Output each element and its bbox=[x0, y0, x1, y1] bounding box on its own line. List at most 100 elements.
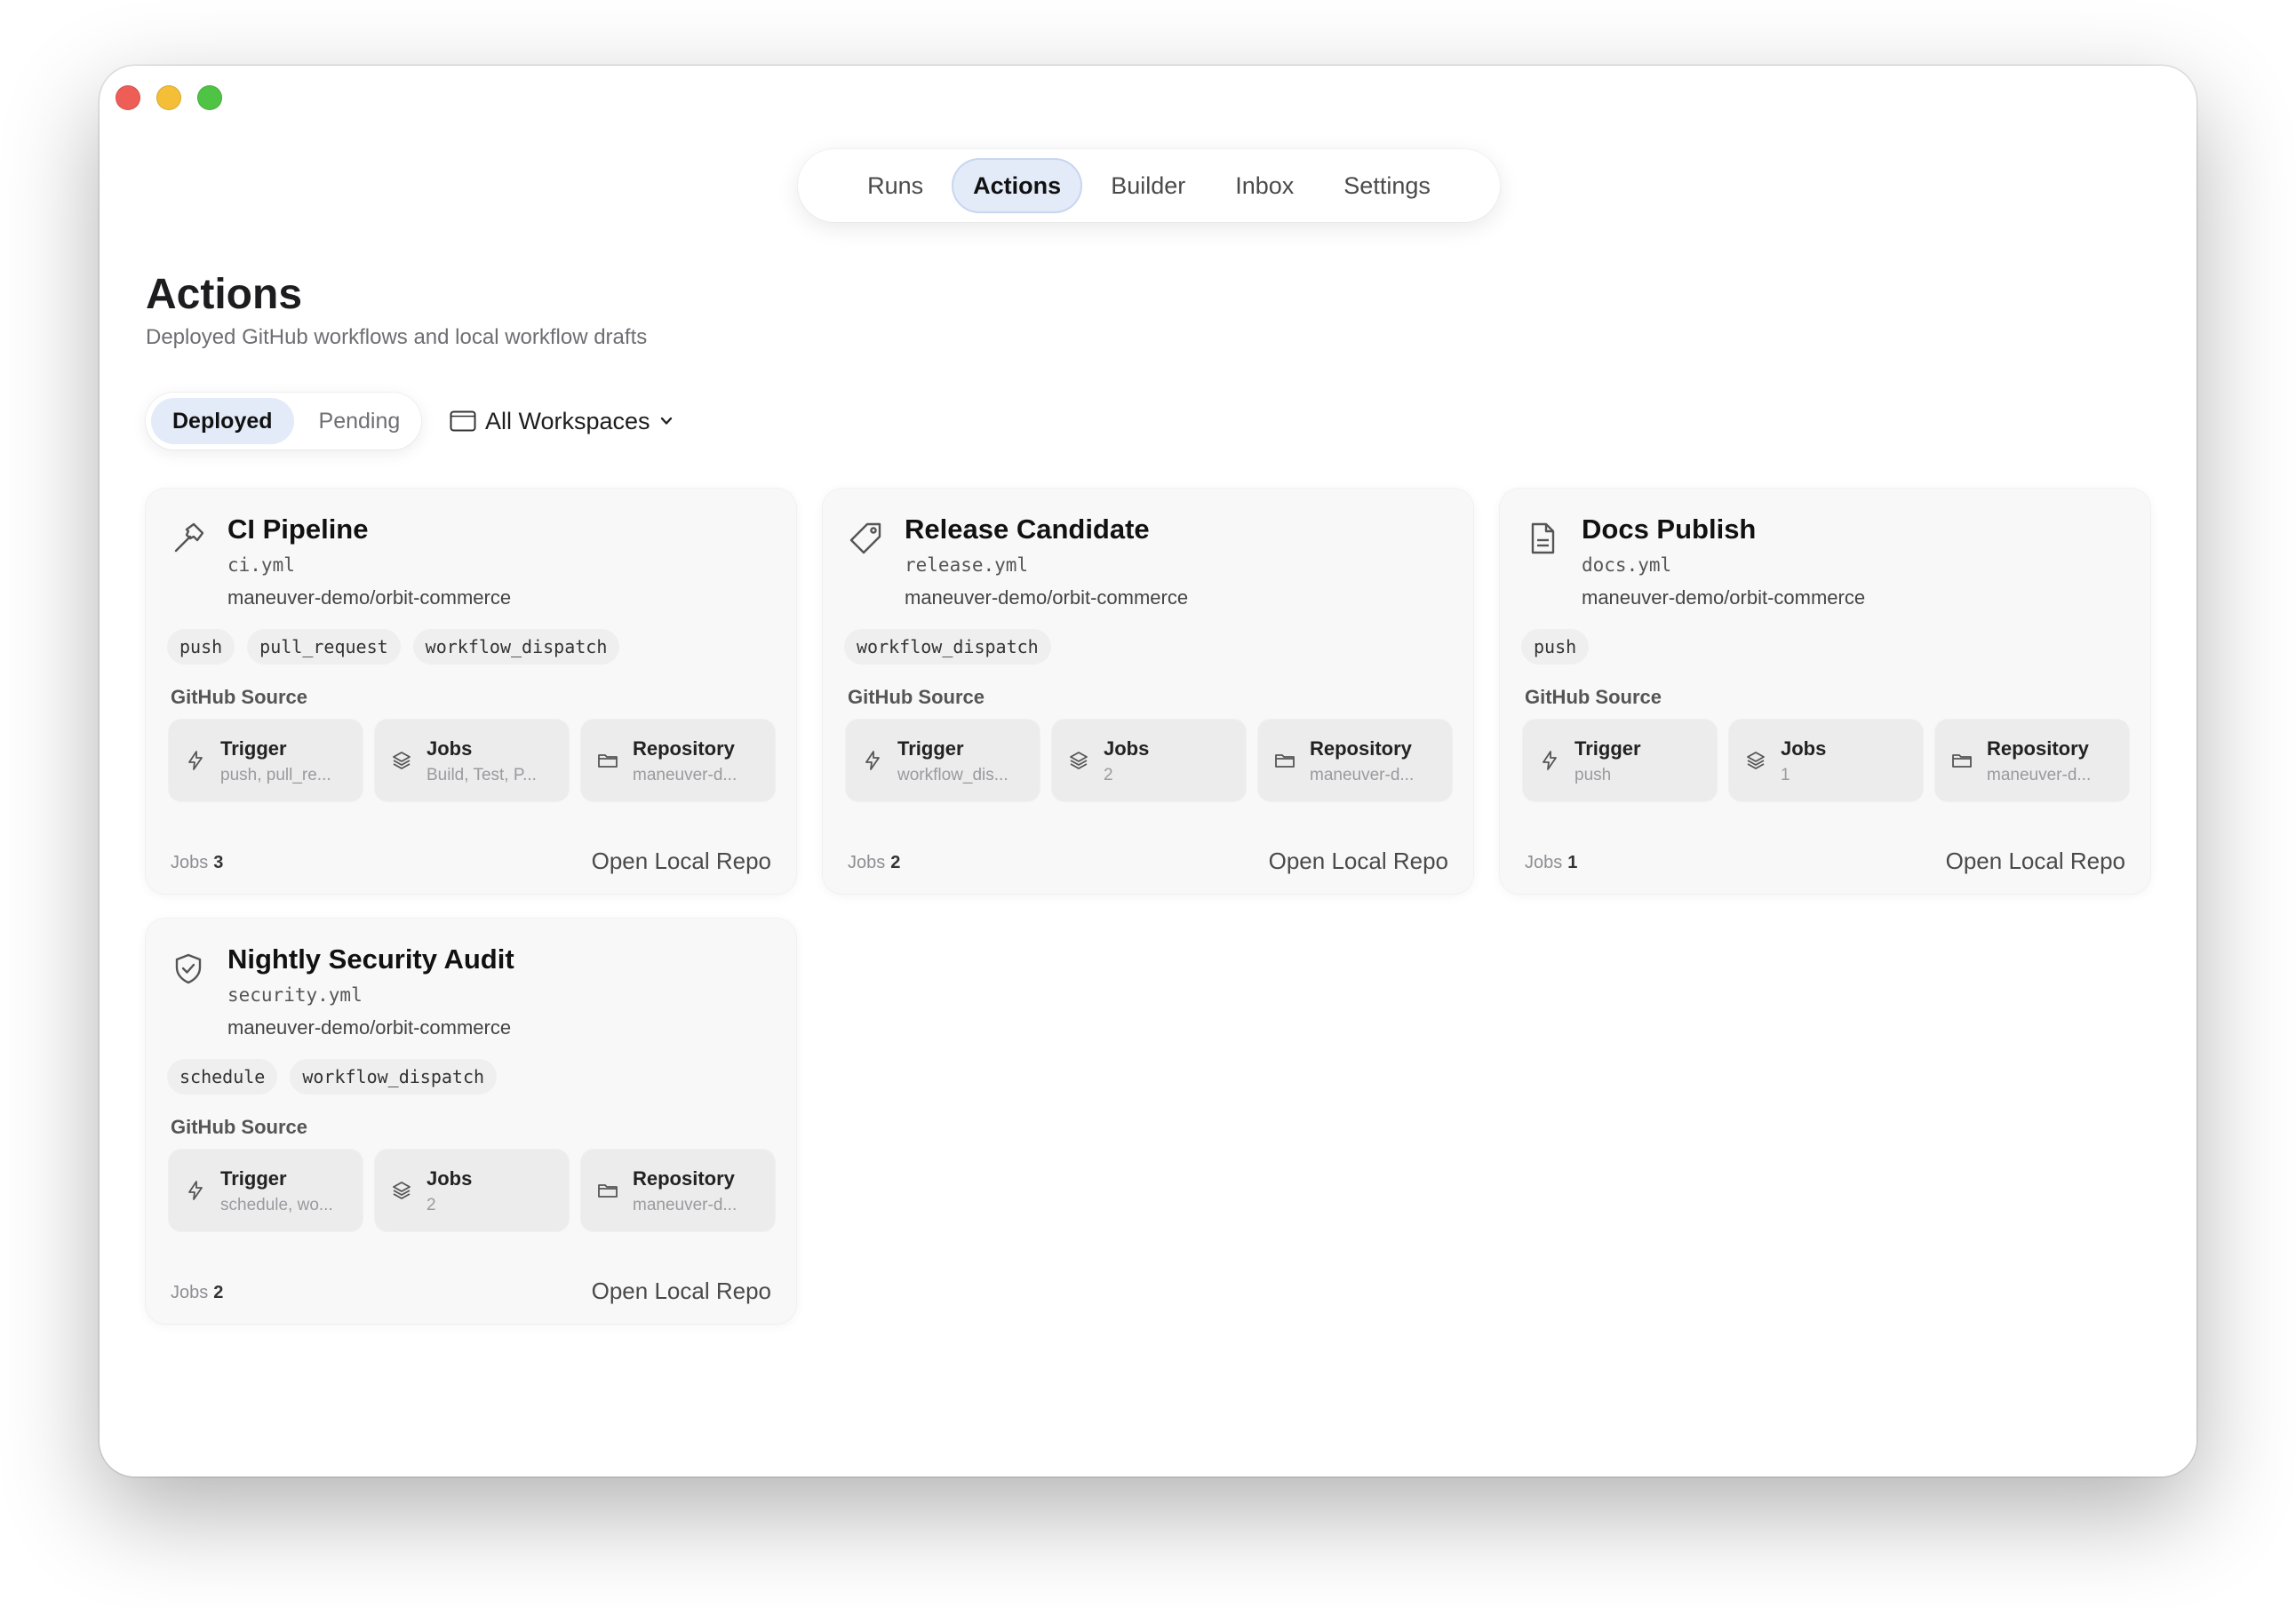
layers-icon bbox=[1745, 750, 1766, 771]
segment-pending[interactable]: Pending bbox=[298, 398, 422, 444]
jobs-tile[interactable]: Jobs Build, Test, P... bbox=[375, 720, 569, 801]
tile-label: Jobs bbox=[427, 1167, 473, 1190]
tile-value: workflow_dis... bbox=[897, 766, 1008, 784]
bolt-icon bbox=[1539, 750, 1560, 771]
tile-label: Jobs bbox=[427, 737, 473, 760]
source-label: GitHub Source bbox=[171, 1116, 308, 1138]
tile-label: Trigger bbox=[897, 737, 964, 760]
open-local-repo-button[interactable]: Open Local Repo bbox=[592, 1278, 771, 1305]
jobs-count: Jobs 1 bbox=[1525, 853, 1577, 873]
segment-deployed[interactable]: Deployed bbox=[151, 398, 294, 444]
jobs-count-value: 2 bbox=[890, 853, 901, 872]
workflow-file: release.yml bbox=[905, 554, 1029, 576]
workspace-label: All Workspaces bbox=[485, 407, 650, 434]
layers-icon bbox=[1068, 750, 1089, 771]
open-local-repo-button[interactable]: Open Local Repo bbox=[1269, 848, 1448, 875]
top-nav: Runs Actions Builder Inbox Settings bbox=[798, 149, 1500, 222]
workflow-repo: maneuver-demo/orbit-commerce bbox=[1582, 586, 1866, 609]
tile-value: Build, Test, P... bbox=[427, 766, 537, 784]
trigger-chips: push pull_request workflow_dispatch bbox=[167, 629, 620, 665]
tile-label: Repository bbox=[1987, 737, 2089, 760]
tab-actions[interactable]: Actions bbox=[952, 158, 1083, 213]
tile-label: Repository bbox=[633, 737, 735, 760]
workflow-repo: maneuver-demo/orbit-commerce bbox=[905, 586, 1189, 609]
workflow-title: CI Pipeline bbox=[227, 513, 369, 545]
trigger-chips: schedule workflow_dispatch bbox=[167, 1059, 498, 1095]
tab-settings[interactable]: Settings bbox=[1322, 158, 1452, 213]
jobs-tile[interactable]: Jobs 2 bbox=[375, 1150, 569, 1231]
page-subtitle: Deployed GitHub workflows and local work… bbox=[146, 325, 648, 349]
folder-icon bbox=[1951, 750, 1973, 771]
tile-value: 2 bbox=[427, 1196, 436, 1214]
trigger-chip: workflow_dispatch bbox=[412, 629, 620, 665]
close-window-button[interactable] bbox=[116, 85, 140, 110]
tile-value: push bbox=[1575, 766, 1612, 784]
tile-label: Trigger bbox=[220, 1167, 287, 1190]
repository-tile[interactable]: Repository maneuver-d... bbox=[581, 720, 775, 801]
jobs-tile[interactable]: Jobs 1 bbox=[1729, 720, 1923, 801]
zoom-window-button[interactable] bbox=[197, 85, 222, 110]
workflow-file: docs.yml bbox=[1582, 554, 1672, 576]
workflow-file: ci.yml bbox=[227, 554, 295, 576]
jobs-count-label: Jobs bbox=[171, 1283, 209, 1302]
trigger-tile[interactable]: Trigger push bbox=[1523, 720, 1717, 801]
trigger-chip: workflow_dispatch bbox=[290, 1059, 498, 1095]
workflow-card-nightly-security-audit[interactable]: Nightly Security Audit security.yml mane… bbox=[146, 919, 796, 1324]
tab-inbox[interactable]: Inbox bbox=[1214, 158, 1315, 213]
document-icon bbox=[1525, 521, 1560, 556]
folder-icon bbox=[597, 750, 618, 771]
repository-tile[interactable]: Repository maneuver-d... bbox=[1258, 720, 1452, 801]
workspace-selector[interactable]: All Workspaces bbox=[450, 402, 674, 441]
workflow-repo: maneuver-demo/orbit-commerce bbox=[227, 586, 512, 609]
trigger-chip: pull_request bbox=[247, 629, 401, 665]
workflow-card-release-candidate[interactable]: Release Candidate release.yml maneuver-d… bbox=[823, 489, 1473, 894]
workflow-repo: maneuver-demo/orbit-commerce bbox=[227, 1016, 512, 1039]
tile-label: Jobs bbox=[1104, 737, 1150, 760]
tile-value: 2 bbox=[1104, 766, 1113, 784]
trigger-tile[interactable]: Trigger schedule, wo... bbox=[169, 1150, 363, 1231]
jobs-count-label: Jobs bbox=[848, 853, 886, 872]
tile-label: Repository bbox=[1310, 737, 1412, 760]
chevron-down-icon bbox=[659, 416, 674, 426]
shield-check-icon bbox=[171, 951, 206, 986]
trigger-chips: push bbox=[1521, 629, 1590, 665]
trigger-tile[interactable]: Trigger push, pull_re... bbox=[169, 720, 363, 801]
tab-runs[interactable]: Runs bbox=[846, 158, 945, 213]
window-controls bbox=[116, 85, 222, 110]
tile-value: maneuver-d... bbox=[633, 1196, 737, 1214]
tile-label: Trigger bbox=[220, 737, 287, 760]
source-label: GitHub Source bbox=[1525, 686, 1662, 708]
page-title: Actions bbox=[146, 271, 303, 318]
trigger-chip: push bbox=[1521, 629, 1590, 665]
jobs-count-label: Jobs bbox=[1525, 853, 1563, 872]
source-tiles: Trigger push, pull_re... Jobs Build, Tes… bbox=[169, 720, 775, 801]
tile-label: Trigger bbox=[1575, 737, 1641, 760]
workflow-card-ci-pipeline[interactable]: CI Pipeline ci.yml maneuver-demo/orbit-c… bbox=[146, 489, 796, 894]
workflow-title: Docs Publish bbox=[1582, 513, 1757, 545]
jobs-count-value: 3 bbox=[213, 853, 224, 872]
tile-value: maneuver-d... bbox=[1310, 766, 1415, 784]
source-label: GitHub Source bbox=[848, 686, 985, 708]
trigger-tile[interactable]: Trigger workflow_dis... bbox=[846, 720, 1040, 801]
trigger-chip: push bbox=[167, 629, 235, 665]
workflow-file: security.yml bbox=[227, 984, 363, 1006]
jobs-count-value: 2 bbox=[213, 1283, 224, 1302]
trigger-chip: schedule bbox=[167, 1059, 278, 1095]
jobs-count: Jobs 3 bbox=[171, 853, 223, 873]
repository-tile[interactable]: Repository maneuver-d... bbox=[1935, 720, 2129, 801]
jobs-tile[interactable]: Jobs 2 bbox=[1052, 720, 1246, 801]
repository-tile[interactable]: Repository maneuver-d... bbox=[581, 1150, 775, 1231]
open-local-repo-button[interactable]: Open Local Repo bbox=[592, 848, 771, 875]
workflow-card-docs-publish[interactable]: Docs Publish docs.yml maneuver-demo/orbi… bbox=[1500, 489, 2150, 894]
workspace-icon bbox=[450, 410, 476, 432]
trigger-chips: workflow_dispatch bbox=[844, 629, 1051, 665]
open-local-repo-button[interactable]: Open Local Repo bbox=[1946, 848, 2125, 875]
tile-value: maneuver-d... bbox=[1987, 766, 2092, 784]
workflow-title: Release Candidate bbox=[905, 513, 1150, 545]
tile-value: 1 bbox=[1781, 766, 1790, 784]
tab-builder[interactable]: Builder bbox=[1089, 158, 1207, 213]
minimize-window-button[interactable] bbox=[156, 85, 181, 110]
trigger-chip: workflow_dispatch bbox=[844, 629, 1051, 665]
hammer-icon bbox=[171, 521, 206, 556]
jobs-count-label: Jobs bbox=[171, 853, 209, 872]
